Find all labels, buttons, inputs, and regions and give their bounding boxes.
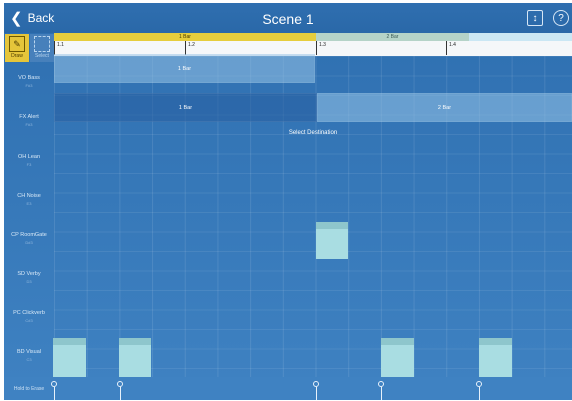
lane-key: F3 xyxy=(26,162,32,167)
lane-key: D3 xyxy=(26,279,32,284)
ruler-tick: 1.2 xyxy=(185,41,195,55)
select-tool-button[interactable]: Select xyxy=(30,34,54,62)
draw-tool-label: Draw xyxy=(11,53,23,59)
pattern-block-1[interactable]: 1 Bar xyxy=(54,33,316,41)
lane-label-ch-noise[interactable]: CH Noise E3 xyxy=(4,193,54,207)
lane-key: D#3 xyxy=(25,240,33,245)
region-label: 2 Bar xyxy=(437,104,452,111)
region-vo-bass[interactable]: 1 Bar xyxy=(54,54,315,83)
lane-name: BD Visual xyxy=(16,349,42,355)
lane-key: E3 xyxy=(26,201,32,206)
lane-label-cp-roomgate[interactable]: CP RoomGate D#3 xyxy=(4,232,54,246)
pattern-label: 1 Bar xyxy=(179,34,191,40)
region-label: 1 Bar xyxy=(178,104,193,111)
region-fx-alert-1[interactable]: 1 Bar xyxy=(54,93,317,122)
pattern-block-2[interactable]: 2 Bar xyxy=(316,33,469,41)
lane-label-vo-bass[interactable]: VO Bass F#3 xyxy=(4,75,54,89)
top-bar: ❮ Back Scene 1 ↕ ? xyxy=(4,3,572,33)
lane-label-sd-verby[interactable]: SD Verby D3 xyxy=(4,271,54,285)
note-block[interactable] xyxy=(381,338,414,377)
hold-to-erase-button[interactable]: Hold to Erase xyxy=(6,381,52,397)
select-tool-label: Select xyxy=(35,53,49,59)
velocity-stem xyxy=(120,387,121,400)
lane-key: F#3 xyxy=(25,122,33,127)
lane-label-fx-alert[interactable]: FX Alert F#3 xyxy=(4,114,54,128)
lane-name: OH Lean xyxy=(17,154,40,160)
ruler-tick: 1.1 xyxy=(54,41,64,55)
region-label: 1 Bar xyxy=(177,65,192,72)
lane-label-pc-clickverb[interactable]: PC Clickverb C#3 xyxy=(4,310,54,324)
note-block[interactable] xyxy=(316,222,348,259)
app-window: ❮ Back Scene 1 ↕ ? ✎ Draw Select 1 Bar 2… xyxy=(4,3,572,400)
marquee-select-icon xyxy=(34,36,50,52)
note-block[interactable] xyxy=(119,338,151,377)
velocity-stem xyxy=(316,387,317,400)
lane-name: FX Alert xyxy=(19,114,39,120)
page-title: Scene 1 xyxy=(262,11,314,27)
pattern-block-3[interactable] xyxy=(469,33,572,41)
lane-key: F#3 xyxy=(25,83,33,88)
note-block[interactable] xyxy=(479,338,512,377)
velocity-strip xyxy=(4,377,572,400)
lane-key: C3 xyxy=(26,357,32,362)
select-destination-prompt: Select Destination xyxy=(288,130,338,136)
pattern-label: 2 Bar xyxy=(386,34,399,40)
velocity-stem xyxy=(381,387,382,400)
lane-name: SD Verby xyxy=(17,271,41,277)
lane-name: VO Bass xyxy=(18,75,40,81)
help-icon[interactable]: ? xyxy=(553,10,569,26)
note-block[interactable] xyxy=(53,338,86,377)
region-fx-alert-2[interactable]: 2 Bar xyxy=(317,93,572,122)
lane-name: CH Noise xyxy=(17,193,41,199)
expand-vertical-icon[interactable]: ↕ xyxy=(527,10,543,26)
ruler-tick: 1.3 xyxy=(316,41,326,55)
draw-tool-button[interactable]: ✎ Draw xyxy=(5,34,29,62)
lane-label-bd-visual[interactable]: BD Visual C3 xyxy=(4,349,54,363)
pencil-icon: ✎ xyxy=(9,36,25,52)
lane-label-oh-lean[interactable]: OH Lean F3 xyxy=(4,154,54,168)
velocity-stem xyxy=(54,387,55,400)
velocity-stem xyxy=(479,387,480,400)
lane-name: CP RoomGate xyxy=(11,232,47,238)
lane-key: C#3 xyxy=(25,318,33,323)
lane-name: PC Clickverb xyxy=(13,310,45,316)
ruler-tick: 1.4 xyxy=(446,41,456,55)
